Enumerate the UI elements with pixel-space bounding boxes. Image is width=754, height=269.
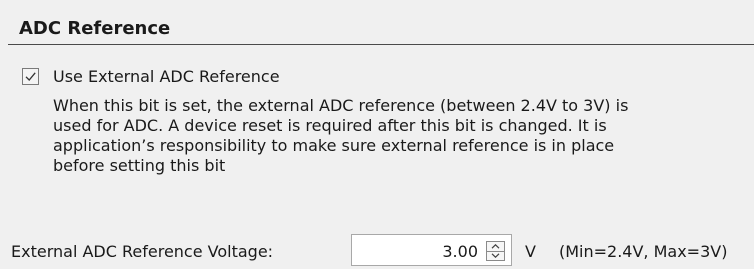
- section-header: ADC Reference: [8, 8, 754, 45]
- use-external-adc-reference-label[interactable]: Use External ADC Reference: [53, 67, 280, 86]
- help-description: When this bit is set, the external ADC r…: [53, 96, 629, 175]
- spin-buttons: [486, 241, 505, 261]
- spin-up-arrow-icon: [491, 244, 500, 249]
- voltage-label: External ADC Reference Voltage:: [11, 242, 274, 261]
- voltage-range-hint: (Min=2.4V, Max=3V): [559, 242, 728, 261]
- use-external-adc-reference-checkbox[interactable]: [22, 67, 39, 85]
- checkmark-icon: [25, 71, 36, 81]
- use-external-adc-reference-row[interactable]: Use External ADC Reference: [22, 65, 280, 87]
- voltage-value-input[interactable]: 3.00: [442, 242, 478, 261]
- adc-reference-panel: ADC Reference Use External ADC Reference…: [8, 8, 754, 267]
- voltage-spinbox[interactable]: 3.00: [351, 234, 512, 266]
- spin-down-button[interactable]: [487, 251, 504, 260]
- spin-down-arrow-icon: [491, 253, 500, 258]
- section-title: ADC Reference: [19, 18, 171, 39]
- voltage-unit: V: [525, 242, 536, 261]
